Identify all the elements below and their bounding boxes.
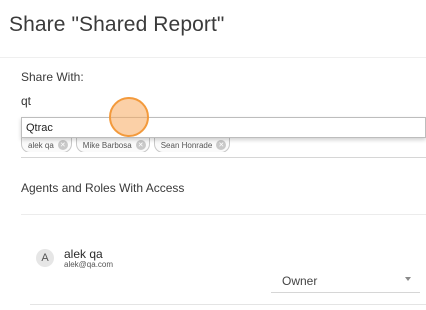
access-section-heading: Agents and Roles With Access xyxy=(21,181,185,195)
role-select-value: Owner xyxy=(282,274,318,288)
caret-down-icon[interactable] xyxy=(405,277,411,281)
autocomplete-option-qtrac[interactable]: Qtrac xyxy=(26,122,53,134)
share-field-underline xyxy=(21,157,426,158)
user-chip[interactable]: Sean Honrade ✕ xyxy=(153,138,231,152)
share-with-label: Share With: xyxy=(21,70,84,84)
selected-users-chips: alek qa ✕ Mike Barbosa ✕ Sean Honrade ✕ xyxy=(21,138,426,152)
user-chip-label: Sean Honrade xyxy=(160,140,213,150)
role-select[interactable]: Owner xyxy=(271,269,420,293)
share-dialog: Share "Shared Report" Share With: alek q… xyxy=(0,0,426,310)
section-divider xyxy=(21,214,426,215)
user-chip-label: Mike Barbosa xyxy=(82,140,132,150)
share-with-input[interactable] xyxy=(21,92,401,110)
row-divider xyxy=(30,304,426,305)
avatar: A xyxy=(36,249,54,267)
click-indicator xyxy=(109,97,149,137)
user-chip[interactable]: Mike Barbosa ✕ xyxy=(75,138,150,152)
user-chip-label: alek qa xyxy=(28,140,54,150)
user-chip[interactable]: alek qa ✕ xyxy=(21,138,72,152)
close-icon[interactable]: ✕ xyxy=(135,140,146,150)
agent-email: alek@qa.com xyxy=(64,260,114,269)
close-icon[interactable]: ✕ xyxy=(57,140,68,150)
autocomplete-dropdown: Qtrac xyxy=(21,117,426,138)
close-icon[interactable]: ✕ xyxy=(216,140,227,150)
dialog-title: Share "Shared Report" xyxy=(9,13,225,36)
agent-name: alek qa xyxy=(64,247,103,261)
